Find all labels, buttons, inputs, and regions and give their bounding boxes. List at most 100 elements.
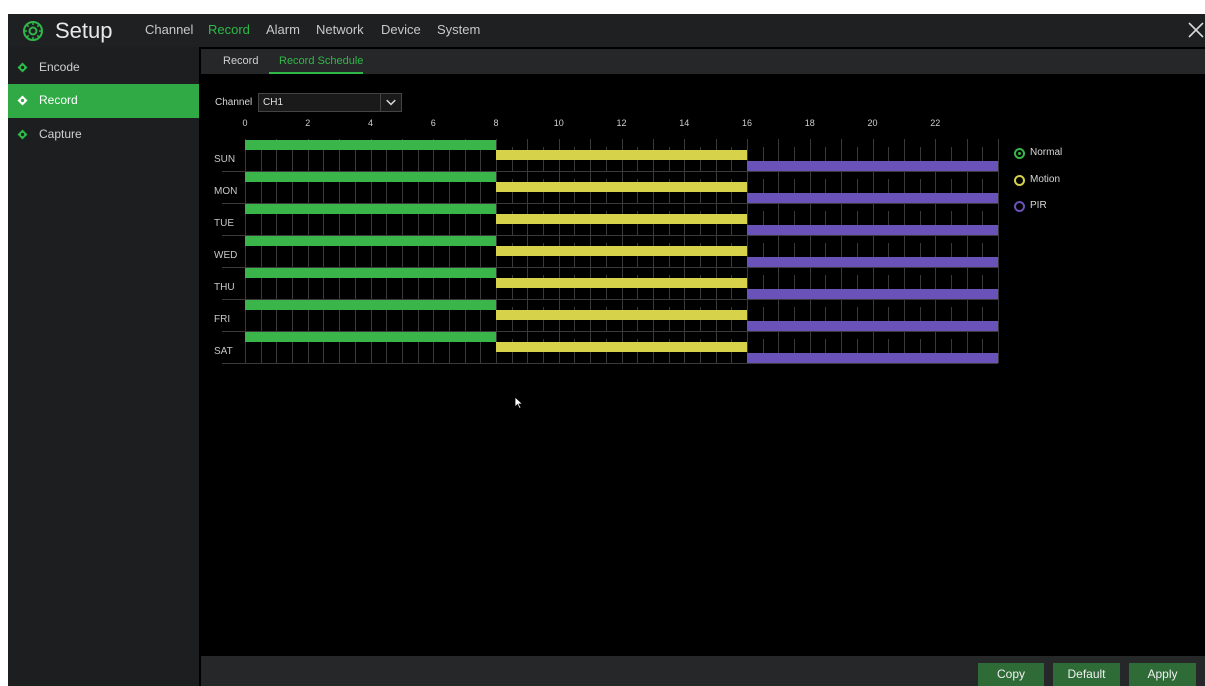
- sidebar-item-record[interactable]: Record: [8, 84, 199, 118]
- close-icon[interactable]: [1183, 19, 1205, 41]
- schedule-bar-normal[interactable]: [245, 204, 496, 214]
- grid-line: [292, 211, 294, 235]
- schedule-bar-motion[interactable]: [496, 150, 747, 160]
- default-button[interactable]: Default: [1053, 663, 1120, 686]
- sidebar-item-capture[interactable]: Capture: [8, 118, 199, 152]
- hour-tick-label: 10: [553, 118, 564, 128]
- grid-line: [448, 275, 450, 299]
- tab-alarm[interactable]: Alarm: [266, 22, 300, 37]
- grid-line: [292, 147, 294, 171]
- tab-channel[interactable]: Channel: [145, 22, 193, 37]
- grid-line: [386, 243, 388, 267]
- tab-system[interactable]: System: [437, 22, 480, 37]
- hour-tick-label: 0: [242, 118, 248, 128]
- grid-line: [323, 275, 325, 299]
- grid-line: [292, 243, 294, 267]
- radio-motion-icon: [1014, 175, 1025, 186]
- sub-tab-bar: Record Record Schedule: [201, 49, 1205, 74]
- sidebar-item-label: Record: [39, 93, 78, 107]
- mouse-pointer-icon: [514, 396, 524, 410]
- chevron-down-icon: [380, 94, 396, 111]
- day-label: FRI: [214, 314, 231, 325]
- hour-tick-label: 2: [305, 118, 311, 128]
- hour-tick-label: 16: [741, 118, 752, 128]
- grid-line: [386, 147, 388, 171]
- schedule-bar-motion[interactable]: [496, 310, 747, 320]
- sidebar-item-encode[interactable]: Encode: [8, 51, 199, 85]
- schedule-bar-normal[interactable]: [245, 172, 496, 182]
- schedule-bar-motion[interactable]: [496, 182, 747, 192]
- schedule-bar-pir[interactable]: [747, 289, 998, 299]
- grid-line: [292, 339, 294, 363]
- schedule-bar-normal[interactable]: [245, 236, 496, 246]
- schedule-bar-normal[interactable]: [245, 268, 496, 278]
- schedule-bar-pir[interactable]: [747, 321, 998, 331]
- hour-tick-label: 6: [430, 118, 436, 128]
- legend-label: Normal: [1030, 147, 1063, 158]
- schedule-bar-motion[interactable]: [496, 342, 747, 352]
- schedule-bar-motion[interactable]: [496, 214, 747, 224]
- subtab-record[interactable]: Record: [223, 55, 258, 67]
- grid-line: [260, 307, 262, 331]
- hour-tick-label: 18: [804, 118, 815, 128]
- schedule-bar-pir[interactable]: [747, 225, 998, 235]
- grid-line: [292, 307, 294, 331]
- grid-line: [417, 275, 419, 299]
- grid-line: [323, 179, 325, 203]
- radio-pir-icon: [1014, 201, 1025, 212]
- hour-tick-label: 12: [616, 118, 627, 128]
- radio-normal-icon: [1014, 148, 1025, 159]
- grid-line: [417, 307, 419, 331]
- sidebar-bullet-icon: [17, 129, 28, 140]
- grid-line: [998, 171, 999, 203]
- subtab-record-schedule[interactable]: Record Schedule: [279, 55, 363, 67]
- schedule-bar-pir[interactable]: [747, 257, 998, 267]
- grid-line: [354, 339, 356, 363]
- day-label: SUN: [214, 154, 236, 165]
- grid-line: [292, 275, 294, 299]
- grid-line: [998, 235, 999, 267]
- grid-line: [386, 179, 388, 203]
- grid-line: [386, 211, 388, 235]
- grid-line: [260, 147, 262, 171]
- grid-line: [480, 339, 482, 363]
- grid-line: [354, 179, 356, 203]
- grid-line: [260, 179, 262, 203]
- channel-select[interactable]: CH1: [258, 93, 402, 112]
- schedule-bar-normal[interactable]: [245, 300, 496, 310]
- schedule-bar-pir[interactable]: [747, 161, 998, 171]
- grid-line: [354, 307, 356, 331]
- grid-line: [354, 147, 356, 171]
- tab-device[interactable]: Device: [381, 22, 421, 37]
- grid-line: [354, 211, 356, 235]
- top-bar: Setup Channel Record Alarm Network Devic…: [8, 14, 1205, 47]
- tab-record[interactable]: Record: [208, 22, 250, 37]
- sidebar-bullet-icon: [17, 95, 28, 106]
- schedule-bar-pir[interactable]: [747, 353, 998, 363]
- copy-button[interactable]: Copy: [978, 663, 1044, 686]
- tab-network[interactable]: Network: [316, 22, 364, 37]
- schedule-bar-motion[interactable]: [496, 278, 747, 288]
- schedule-bar-motion[interactable]: [496, 246, 747, 256]
- grid-line: [998, 203, 999, 235]
- legend-label: Motion: [1030, 174, 1061, 185]
- schedule-bar-normal[interactable]: [245, 332, 496, 342]
- grid-line: [480, 211, 482, 235]
- grid-line: [260, 275, 262, 299]
- schedule-bar-pir[interactable]: [747, 193, 998, 203]
- grid-line: [448, 179, 450, 203]
- hour-tick-label: 22: [930, 118, 941, 128]
- grid-line: [417, 211, 419, 235]
- hour-tick-label: 14: [679, 118, 690, 128]
- grid-line: [417, 147, 419, 171]
- grid-line: [386, 275, 388, 299]
- grid-line: [323, 307, 325, 331]
- schedule-bar-normal[interactable]: [245, 140, 496, 150]
- grid-line: [386, 339, 388, 363]
- apply-button[interactable]: Apply: [1129, 663, 1196, 686]
- channel-value: CH1: [263, 97, 284, 108]
- grid-line: [998, 299, 999, 331]
- row-separator: [222, 363, 998, 364]
- grid-line: [323, 339, 325, 363]
- sidebar-bullet-icon: [17, 62, 28, 73]
